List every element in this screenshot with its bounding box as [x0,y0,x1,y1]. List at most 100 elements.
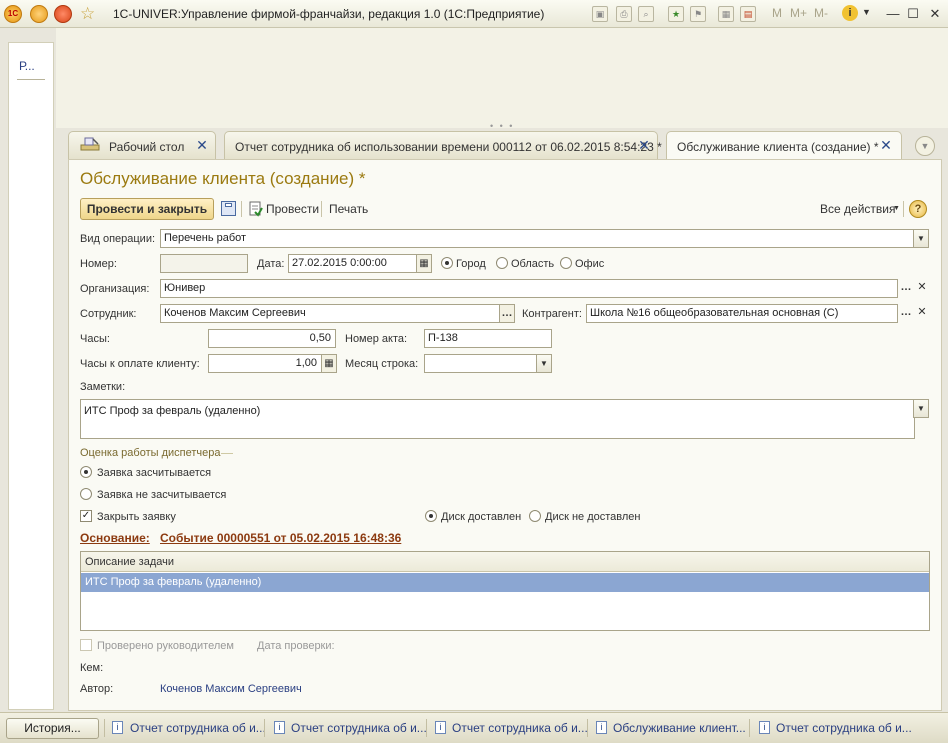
checked-by-manager-label: Проверено руководителем [97,640,234,652]
month-row-dropdown-button[interactable]: ▼ [536,354,552,373]
operation-type-field[interactable]: Перечень работ [160,229,914,248]
date-field[interactable]: 27.02.2015 0:00:00 [288,254,418,273]
employee-label: Сотрудник: [80,308,137,320]
calendar-icon[interactable]: ▤ [740,6,756,22]
taskbar-item[interactable]: Отчет сотрудника об и... [452,721,588,735]
taskbar-separator [749,719,750,737]
info-icon[interactable]: i [842,5,858,21]
hours-field[interactable]: 0,50 [208,329,336,348]
act-number-label: Номер акта: [345,333,408,345]
desktop-icon [79,135,101,153]
organization-select-button[interactable]: … [898,279,914,298]
number-label: Номер: [80,258,117,270]
document-icon: i [596,721,607,734]
counterparty-field[interactable]: Школа №16 общеобразовательная основная (… [586,304,898,323]
month-row-field[interactable] [424,354,537,373]
taskbar-item[interactable]: Обслуживание клиент... [613,721,746,735]
tabs-menu-icon[interactable]: ▼ [915,136,935,156]
print-icon[interactable]: ⎙ [616,6,632,22]
operation-type-dropdown-button[interactable]: ▼ [913,229,929,248]
history-button[interactable]: История... [6,718,99,739]
basis-label: Основание: [80,531,150,545]
left-panel-item[interactable]: Р... [19,59,35,73]
maximize-icon[interactable]: ☐ [904,5,922,23]
post-button[interactable]: Провести [266,202,319,216]
close-circle-icon[interactable] [54,5,72,23]
post-and-close-button[interactable]: Провести и закрыть [80,198,214,220]
window-title: 1С-UNIVER:Управление фирмой-франчайзи, р… [113,7,545,21]
memory-minus-button[interactable]: M- [814,6,828,20]
notes-textarea[interactable]: ИТС Проф за февраль (удаленно) [80,399,915,439]
favorites-add-icon[interactable]: ★ [668,6,684,22]
radio-disk-not-delivered-label: Диск не доставлен [545,511,641,523]
table-row[interactable]: ИТС Проф за февраль (удаленно) [81,573,929,592]
tab-close-icon[interactable]: ✕ [195,138,209,152]
radio-region[interactable] [496,257,508,269]
radio-city[interactable] [441,257,453,269]
tab-close-icon[interactable]: ✕ [637,138,651,152]
minimize-icon[interactable]: — [884,5,902,23]
save-icon[interactable] [221,201,236,216]
calculator-icon[interactable]: ▦ [718,6,734,22]
close-request-checkbox[interactable]: ✓ [80,510,92,522]
taskbar-item[interactable]: Отчет сотрудника об и... [130,721,266,735]
document-icon: i [435,721,446,734]
billable-hours-field[interactable]: 1,00 [208,354,322,373]
radio-city-label: Город [456,258,486,270]
taskbar-item[interactable]: Отчет сотрудника об и... [291,721,427,735]
tab-employee-report[interactable]: Отчет сотрудника об использовании времен… [224,131,662,159]
check-date-label: Дата проверки: [257,640,335,652]
bookmark-icon[interactable]: ⚑ [690,6,706,22]
toolbar-separator [903,201,904,217]
number-field[interactable] [160,254,248,273]
radio-request-counted[interactable] [80,466,92,478]
dropdown-menu-icon[interactable] [30,5,48,23]
act-number-field[interactable]: П-138 [424,329,552,348]
basis-document-link[interactable]: Событие 00000551 от 05.02.2015 16:48:36 [160,531,401,545]
client-service-form: Обслуживание клиента (создание) * Провес… [68,159,942,711]
memory-plus-button[interactable]: M+ [790,6,807,20]
memory-m-button[interactable]: M [772,6,782,20]
favorite-star-icon[interactable]: ☆ [80,4,95,24]
employee-field[interactable]: Коченов Максим Сергеевич [160,304,500,323]
task-table[interactable]: Описание задачи ИТС Проф за февраль (уда… [80,551,930,631]
window-titlebar: 1C ☆ 1С-UNIVER:Управление фирмой-франчай… [0,0,948,28]
notes-label: Заметки: [80,381,126,393]
taskbar-item[interactable]: Отчет сотрудника об и... [776,721,912,735]
employee-select-button[interactable]: … [499,304,515,323]
splitter-handle-icon[interactable]: • • • [490,121,514,131]
tab-label: Отчет сотрудника об использовании времен… [235,140,662,154]
tab-desktop[interactable]: Рабочий стол ✕ [68,131,216,159]
counterparty-select-button[interactable]: … [898,304,914,323]
author-value[interactable]: Коченов Максим Сергеевич [160,683,302,695]
radio-request-not-counted[interactable] [80,488,92,500]
organization-field[interactable]: Юнивер [160,279,898,298]
operation-type-label: Вид операции: [80,233,156,245]
organization-clear-icon[interactable]: ✕ [914,279,930,298]
save-icon[interactable]: ▣ [592,6,608,22]
toolbar-separator [241,201,242,217]
tab-close-icon[interactable]: ✕ [879,138,893,152]
tab-client-service[interactable]: Обслуживание клиента (создание) * ✕ [666,131,902,160]
radio-disk-not-delivered[interactable] [529,510,541,522]
print-button[interactable]: Печать [329,202,368,216]
all-actions-menu[interactable]: Все действия [820,202,895,216]
app-logo-icon: 1C [4,5,22,23]
task-table-header[interactable]: Описание задачи [81,552,929,572]
help-icon[interactable]: ? [909,200,927,218]
radio-disk-delivered[interactable] [425,510,437,522]
counterparty-clear-icon[interactable]: ✕ [914,304,930,323]
calendar-picker-icon[interactable]: ▦ [416,254,432,273]
checked-by-manager-checkbox[interactable] [80,639,92,651]
counterparty-label: Контрагент: [522,308,582,320]
taskbar-separator [587,719,588,737]
preview-icon[interactable]: ⌕ [638,6,654,22]
radio-office[interactable] [560,257,572,269]
toolbar-separator [321,201,322,217]
document-icon: i [759,721,770,734]
notes-dropdown-button[interactable]: ▼ [913,399,929,418]
close-icon[interactable]: ✕ [926,5,944,23]
tab-label: Рабочий стол [109,140,185,154]
chevron-down-icon[interactable]: ▼ [862,7,871,17]
calculator-icon[interactable]: ▦ [321,354,337,373]
